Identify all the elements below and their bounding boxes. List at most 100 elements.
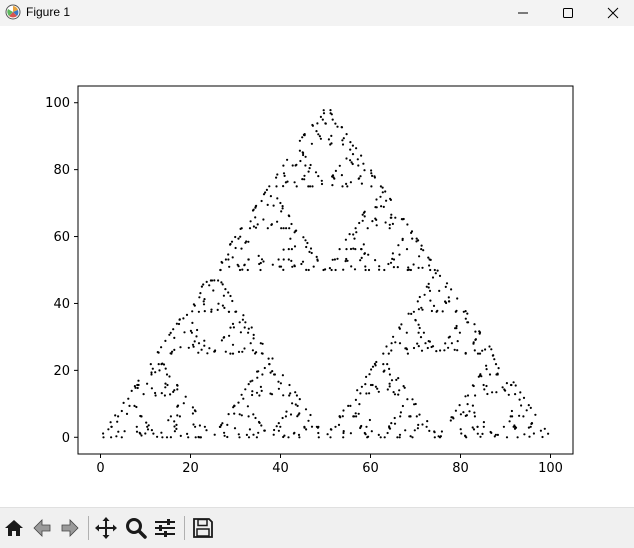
scatter-point — [397, 377, 400, 380]
scatter-point — [259, 261, 262, 265]
x-tick-label: 80 — [452, 461, 469, 476]
scatter-point — [221, 304, 224, 307]
minimize-button[interactable] — [500, 0, 546, 26]
scatter-point — [411, 398, 414, 401]
scatter-point — [406, 352, 409, 355]
scatter-point — [290, 248, 293, 251]
scatter-point — [406, 223, 409, 226]
scatter-point — [257, 431, 260, 434]
scatter-point — [289, 392, 292, 395]
scatter-point — [247, 331, 250, 334]
scatter-point — [352, 415, 356, 418]
scatter-point — [342, 431, 345, 435]
pan-button[interactable] — [94, 516, 118, 540]
scatter-point — [420, 244, 423, 247]
scatter-point — [154, 371, 157, 374]
scatter-point — [389, 261, 393, 264]
scatter-point — [164, 386, 167, 389]
scatter-point — [252, 337, 255, 340]
figure-canvas[interactable]: 0 20 40 60 80 100 0 20 40 60 80 100 — [0, 26, 634, 507]
configure-subplots-button[interactable] — [153, 516, 177, 540]
scatter-point — [266, 227, 269, 230]
scatter-point — [282, 258, 285, 261]
scatter-point — [473, 349, 476, 352]
scatter-point — [240, 393, 243, 396]
scatter-point — [399, 411, 402, 414]
scatter-point — [349, 181, 352, 184]
scatter-point — [334, 425, 337, 428]
scatter-point — [317, 436, 320, 439]
scatter-point — [243, 326, 246, 329]
scatter-point — [291, 402, 294, 405]
scatter-point — [282, 227, 285, 230]
scatter-point — [466, 403, 469, 406]
y-tick-label: 0 — [62, 431, 70, 446]
close-icon — [607, 7, 619, 19]
scatter-point — [417, 266, 420, 269]
scatter-point — [428, 264, 431, 267]
scatter-point — [316, 122, 319, 125]
scatter-point — [295, 163, 298, 166]
scatter-point — [388, 427, 392, 430]
forward-button[interactable] — [58, 516, 82, 540]
scatter-point — [217, 302, 220, 305]
scatter-point — [136, 383, 139, 387]
scatter-point — [460, 432, 463, 435]
scatter-point — [417, 323, 420, 326]
scatter-point — [247, 258, 250, 261]
scatter-point — [257, 370, 260, 373]
scatter-point — [359, 175, 362, 178]
scatter-point — [472, 428, 476, 431]
scatter-point — [496, 433, 499, 436]
scatter-point — [398, 327, 401, 330]
scatter-point — [363, 169, 366, 172]
scatter-point — [402, 385, 405, 388]
scatter-point — [238, 268, 242, 272]
scatter-point — [282, 164, 285, 167]
zoom-button[interactable] — [124, 516, 148, 540]
scatter-point — [178, 318, 181, 321]
scatter-point — [254, 226, 258, 229]
scatter-point — [328, 267, 331, 270]
scatter-point — [367, 268, 371, 272]
back-button[interactable] — [30, 516, 54, 540]
scatter-point — [377, 433, 380, 436]
scatter-point — [167, 419, 170, 422]
scatter-point — [409, 268, 412, 272]
scatter-point — [452, 417, 455, 420]
scatter-point — [337, 423, 341, 426]
scatter-point — [407, 268, 411, 271]
scatter-point — [418, 255, 421, 258]
scatter-point — [399, 415, 402, 418]
scatter-point — [338, 164, 341, 167]
scatter-point — [456, 297, 459, 300]
scatter-point — [398, 389, 401, 392]
scatter-point — [304, 408, 308, 411]
scatter-point — [165, 373, 169, 376]
scatter-point — [398, 253, 401, 256]
home-button[interactable] — [2, 516, 26, 540]
scatter-point — [252, 225, 255, 228]
scatter-point — [164, 367, 167, 370]
scatter-point — [336, 125, 339, 128]
scatter-point — [390, 379, 394, 382]
scatter-point — [285, 410, 288, 413]
close-button[interactable] — [590, 0, 634, 26]
maximize-button[interactable] — [545, 0, 591, 26]
save-button[interactable] — [191, 516, 215, 540]
scatter-point — [277, 429, 280, 432]
scatter-point — [175, 423, 178, 426]
scatter-point — [466, 394, 470, 397]
scatter-point — [142, 393, 145, 396]
scatter-point — [160, 392, 163, 395]
scatter-point — [320, 182, 324, 186]
scatter-point — [449, 419, 452, 422]
scatter-point — [331, 258, 334, 261]
scatter-point — [435, 350, 438, 353]
scatter-point — [445, 282, 449, 285]
scatter-point — [495, 391, 498, 394]
scatter-point — [290, 222, 293, 226]
scatter-point — [433, 430, 436, 433]
scatter-point — [230, 240, 234, 243]
scatter-point — [198, 296, 201, 299]
